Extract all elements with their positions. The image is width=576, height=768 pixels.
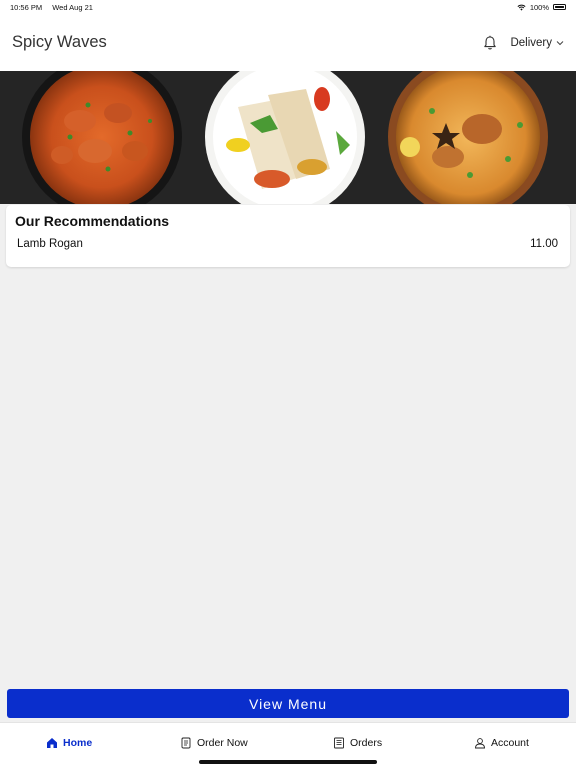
nav-account[interactable]: Account [474, 737, 529, 749]
battery-percent: 100% [529, 2, 549, 12]
home-icon [47, 738, 57, 748]
recommendation-item[interactable]: Lamb Rogan 11.00 [17, 238, 558, 250]
wifi-icon [517, 4, 526, 11]
bell-icon[interactable] [482, 35, 498, 51]
chevron-down-icon [556, 40, 564, 45]
status-bar: 10:56 PM Wed Aug 21 100% [0, 0, 576, 14]
home-indicator[interactable] [199, 760, 377, 764]
status-date: Wed Aug 21 [52, 2, 93, 12]
nav-home[interactable]: Home [46, 737, 92, 749]
header-actions: Delivery [482, 35, 564, 51]
delivery-mode-dropdown[interactable]: Delivery [510, 37, 564, 49]
recommendation-item-price: 11.00 [530, 238, 558, 250]
status-right: 100% [517, 3, 566, 12]
recommendation-item-name: Lamb Rogan [17, 238, 83, 250]
status-time: 10:56 PM [10, 2, 43, 12]
delivery-mode-label: Delivery [510, 36, 552, 49]
app-title: Spicy Waves [12, 33, 107, 51]
food-banner-image [0, 71, 576, 204]
battery-icon [553, 4, 566, 10]
nav-orders[interactable]: Orders [333, 737, 382, 749]
nav-home-label: Home [63, 737, 93, 749]
recommendations-card: Our Recommendations Lamb Rogan 11.00 [6, 205, 570, 267]
nav-order-now-label: Order Now [197, 737, 248, 749]
order-now-icon [181, 737, 191, 749]
status-left: 10:56 PM Wed Aug 21 [10, 3, 101, 12]
account-icon [475, 738, 485, 749]
nav-order-now[interactable]: Order Now [180, 737, 248, 749]
recommendations-title: Our Recommendations [15, 213, 170, 229]
nav-account-label: Account [491, 737, 529, 749]
nav-orders-label: Orders [350, 737, 383, 749]
hero-banner [0, 71, 576, 204]
app-header: Spicy Waves Delivery [0, 14, 576, 71]
view-menu-button[interactable]: View Menu [7, 689, 569, 718]
orders-icon [334, 737, 344, 749]
